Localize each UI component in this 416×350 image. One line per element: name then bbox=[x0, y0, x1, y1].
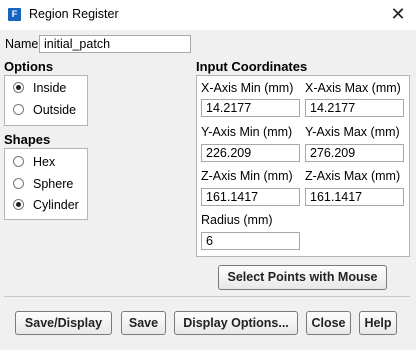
z-max-input[interactable] bbox=[305, 188, 404, 206]
close-button[interactable]: Close bbox=[306, 311, 351, 335]
radio-inside-label[interactable]: Inside bbox=[33, 81, 66, 95]
z-max-label: Z-Axis Max (mm) bbox=[305, 169, 401, 183]
divider bbox=[4, 296, 410, 297]
options-title: Options bbox=[4, 59, 54, 74]
y-min-label: Y-Axis Min (mm) bbox=[201, 125, 293, 139]
x-max-input[interactable] bbox=[305, 99, 404, 117]
radio-outside-label[interactable]: Outside bbox=[33, 103, 76, 117]
z-min-input[interactable] bbox=[201, 188, 300, 206]
name-label: Name bbox=[5, 37, 39, 51]
radio-sphere-label[interactable]: Sphere bbox=[33, 177, 73, 191]
radio-cylinder-indicator[interactable] bbox=[13, 199, 24, 210]
x-max-label: X-Axis Max (mm) bbox=[305, 81, 401, 95]
z-min-label: Z-Axis Min (mm) bbox=[201, 169, 293, 183]
radio-hex-indicator[interactable] bbox=[13, 156, 24, 167]
shapes-title: Shapes bbox=[4, 132, 51, 147]
y-max-label: Y-Axis Max (mm) bbox=[305, 125, 400, 139]
display-options-button[interactable]: Display Options... bbox=[174, 311, 298, 335]
save-button[interactable]: Save bbox=[121, 311, 166, 335]
radio-inside-indicator[interactable] bbox=[13, 82, 24, 93]
app-icon: F bbox=[8, 8, 21, 21]
help-button[interactable]: Help bbox=[359, 311, 397, 335]
radio-cylinder-label[interactable]: Cylinder bbox=[33, 198, 79, 212]
window-title: Region Register bbox=[29, 7, 119, 21]
x-min-label: X-Axis Min (mm) bbox=[201, 81, 294, 95]
select-points-button[interactable]: Select Points with Mouse bbox=[218, 265, 387, 290]
radius-label: Radius (mm) bbox=[201, 213, 273, 227]
coords-title: Input Coordinates bbox=[196, 59, 308, 74]
radio-outside-indicator[interactable] bbox=[13, 104, 24, 115]
y-max-input[interactable] bbox=[305, 144, 404, 162]
radius-input[interactable] bbox=[201, 232, 300, 250]
name-input[interactable] bbox=[39, 35, 191, 53]
radio-sphere-indicator[interactable] bbox=[13, 178, 24, 189]
x-min-input[interactable] bbox=[201, 99, 300, 117]
y-min-input[interactable] bbox=[201, 144, 300, 162]
title-bar: F Region Register ✕ bbox=[0, 0, 416, 30]
close-icon[interactable]: ✕ bbox=[386, 3, 410, 25]
save-display-button[interactable]: Save/Display bbox=[15, 311, 112, 335]
radio-hex-label[interactable]: Hex bbox=[33, 155, 55, 169]
